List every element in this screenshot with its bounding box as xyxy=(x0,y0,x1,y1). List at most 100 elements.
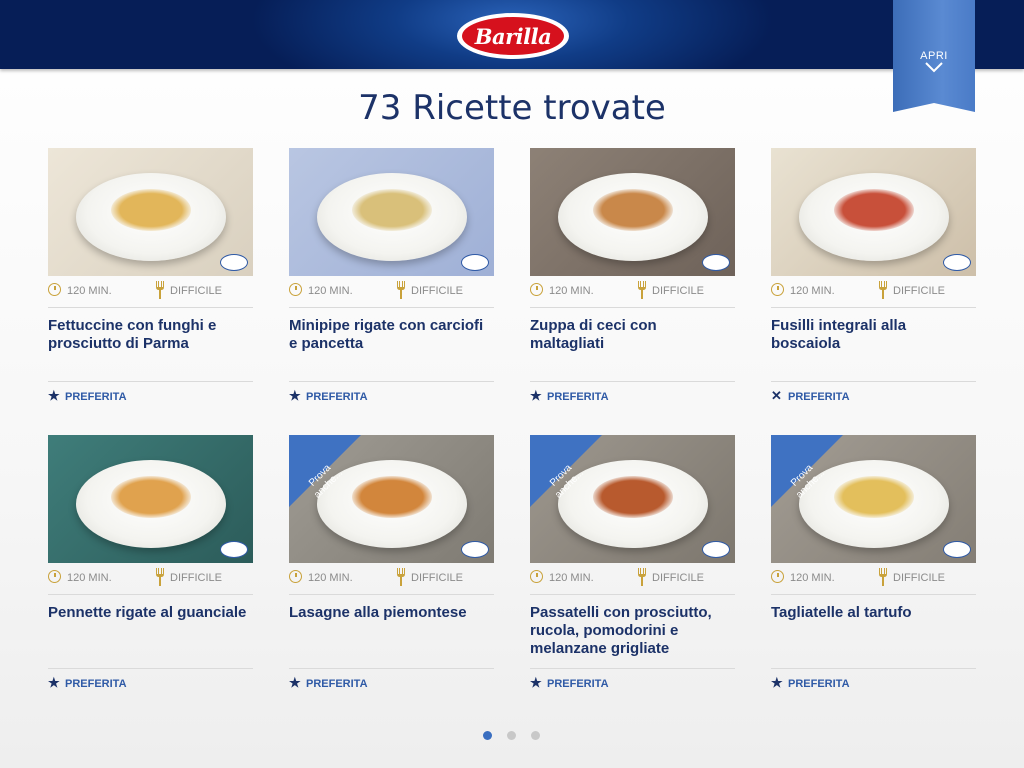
favorite-button[interactable]: ★ PREFERITA xyxy=(530,669,735,697)
fork-icon xyxy=(396,281,406,299)
favorite-button[interactable]: ★ PREFERITA xyxy=(289,382,494,410)
recipe-title[interactable]: Fusilli integrali alla boscaiola xyxy=(771,308,976,382)
fork-icon xyxy=(637,568,647,586)
star-icon[interactable]: ★ xyxy=(530,676,542,689)
difficulty: DIFFICILE xyxy=(652,572,704,584)
page-dot[interactable] xyxy=(483,731,492,740)
recipe-card[interactable]: Prova anche... 120 MIN. DIFFICILE Lasagne a… xyxy=(289,435,494,697)
pasta-image xyxy=(592,189,673,231)
recipe-meta: 120 MIN. DIFFICILE xyxy=(771,563,976,595)
prep-time: 120 MIN. xyxy=(549,572,594,584)
prep-time: 120 MIN. xyxy=(549,285,594,297)
favorite-button[interactable]: ★ PREFERITA xyxy=(289,669,494,697)
recipe-photo[interactable]: Prova anche... xyxy=(530,435,735,563)
recipe-title[interactable]: Lasagne alla piemontese xyxy=(289,595,494,669)
clock-icon xyxy=(289,570,302,583)
page-dot[interactable] xyxy=(531,731,540,740)
recipe-photo[interactable] xyxy=(771,148,976,276)
star-icon[interactable]: ★ xyxy=(48,676,60,689)
fork-icon xyxy=(155,568,165,586)
favorite-label: PREFERITA xyxy=(65,678,127,690)
recipe-card[interactable]: 120 MIN. DIFFICILE Fusilli integrali alla … xyxy=(771,148,976,410)
recipe-meta: 120 MIN. DIFFICILE xyxy=(48,563,253,595)
academia-barilla-badge xyxy=(461,541,489,558)
recipe-photo[interactable] xyxy=(48,435,253,563)
favorite-button[interactable]: ★ PREFERITA xyxy=(530,382,735,410)
recipe-meta: 120 MIN. DIFFICILE xyxy=(289,563,494,595)
close-icon[interactable]: ✕ xyxy=(771,389,782,402)
prep-time: 120 MIN. xyxy=(67,572,112,584)
prep-time: 120 MIN. xyxy=(308,572,353,584)
pasta-image xyxy=(351,189,432,231)
recipe-title[interactable]: Passatelli con prosciutto, rucola, pomod… xyxy=(530,595,735,669)
recipe-photo[interactable]: Prova anche... xyxy=(771,435,976,563)
pasta-image xyxy=(110,476,191,518)
pasta-image xyxy=(351,476,432,518)
recipe-photo[interactable] xyxy=(48,148,253,276)
fork-icon xyxy=(878,568,888,586)
recipe-card[interactable]: 120 MIN. DIFFICILE Fettuccine con funghi e… xyxy=(48,148,253,410)
academia-barilla-badge xyxy=(702,541,730,558)
recipe-title[interactable]: Fettuccine con funghi e prosciutto di Pa… xyxy=(48,308,253,382)
star-icon[interactable]: ★ xyxy=(771,676,783,689)
pasta-image xyxy=(833,476,914,518)
chevron-down-icon xyxy=(893,60,975,79)
top-bar: Barilla xyxy=(0,0,1024,69)
recipe-card[interactable]: Prova anche... 120 MIN. DIFFICILE Tagliatel… xyxy=(771,435,976,697)
difficulty: DIFFICILE xyxy=(411,285,463,297)
clock-icon xyxy=(48,283,61,296)
star-icon[interactable]: ★ xyxy=(530,389,542,402)
favorite-label: PREFERITA xyxy=(788,391,850,403)
recipe-title[interactable]: Pennette rigate al guanciale xyxy=(48,595,253,669)
favorite-label: PREFERITA xyxy=(788,678,850,690)
recipe-title[interactable]: Tagliatelle al tartufo xyxy=(771,595,976,669)
recipe-card[interactable]: Prova anche... 120 MIN. DIFFICILE Passatell… xyxy=(530,435,735,697)
logo-text: Barilla xyxy=(462,17,564,55)
academia-barilla-badge xyxy=(943,254,971,271)
recipe-meta: 120 MIN. DIFFICILE xyxy=(530,563,735,595)
recipe-photo[interactable] xyxy=(530,148,735,276)
favorite-button[interactable]: ★ PREFERITA xyxy=(48,669,253,697)
favorite-label: PREFERITA xyxy=(306,391,368,403)
page-title: 73 Ricette trovate xyxy=(358,88,666,128)
academia-barilla-badge xyxy=(702,254,730,271)
clock-icon xyxy=(771,283,784,296)
recipe-photo[interactable]: Prova anche... xyxy=(289,435,494,563)
academia-barilla-badge xyxy=(220,254,248,271)
recipe-card[interactable]: 120 MIN. DIFFICILE Zuppa di ceci con malta… xyxy=(530,148,735,410)
page-dot[interactable] xyxy=(507,731,516,740)
pasta-image xyxy=(110,189,191,231)
academia-barilla-badge xyxy=(461,254,489,271)
recipe-photo[interactable] xyxy=(289,148,494,276)
favorite-label: PREFERITA xyxy=(65,391,127,403)
star-icon[interactable]: ★ xyxy=(48,389,60,402)
difficulty: DIFFICILE xyxy=(170,572,222,584)
fork-icon xyxy=(155,281,165,299)
clock-icon xyxy=(530,283,543,296)
favorite-button[interactable]: ✕ PREFERITA xyxy=(771,382,976,410)
barilla-logo: Barilla xyxy=(457,13,569,59)
fork-icon xyxy=(637,281,647,299)
clock-icon xyxy=(48,570,61,583)
favorite-label: PREFERITA xyxy=(547,678,609,690)
recipe-meta: 120 MIN. DIFFICILE xyxy=(530,276,735,308)
prep-time: 120 MIN. xyxy=(308,285,353,297)
recipe-meta: 120 MIN. DIFFICILE xyxy=(48,276,253,308)
favorite-button[interactable]: ★ PREFERITA xyxy=(771,669,976,697)
recipe-title[interactable]: Minipipe rigate con carciofi e pancetta xyxy=(289,308,494,382)
recipe-card[interactable]: 120 MIN. DIFFICILE Minipipe rigate con car… xyxy=(289,148,494,410)
fork-icon xyxy=(396,568,406,586)
recipe-meta: 120 MIN. DIFFICILE xyxy=(771,276,976,308)
page-indicator[interactable] xyxy=(483,731,543,741)
pasta-image xyxy=(833,189,914,231)
difficulty: DIFFICILE xyxy=(652,285,704,297)
difficulty: DIFFICILE xyxy=(411,572,463,584)
difficulty: DIFFICILE xyxy=(893,285,945,297)
star-icon[interactable]: ★ xyxy=(289,676,301,689)
clock-icon xyxy=(530,570,543,583)
star-icon[interactable]: ★ xyxy=(289,389,301,402)
recipe-card[interactable]: 120 MIN. DIFFICILE Pennette rigate al guan… xyxy=(48,435,253,697)
recipe-title[interactable]: Zuppa di ceci con maltagliati xyxy=(530,308,735,382)
difficulty: DIFFICILE xyxy=(170,285,222,297)
favorite-button[interactable]: ★ PREFERITA xyxy=(48,382,253,410)
